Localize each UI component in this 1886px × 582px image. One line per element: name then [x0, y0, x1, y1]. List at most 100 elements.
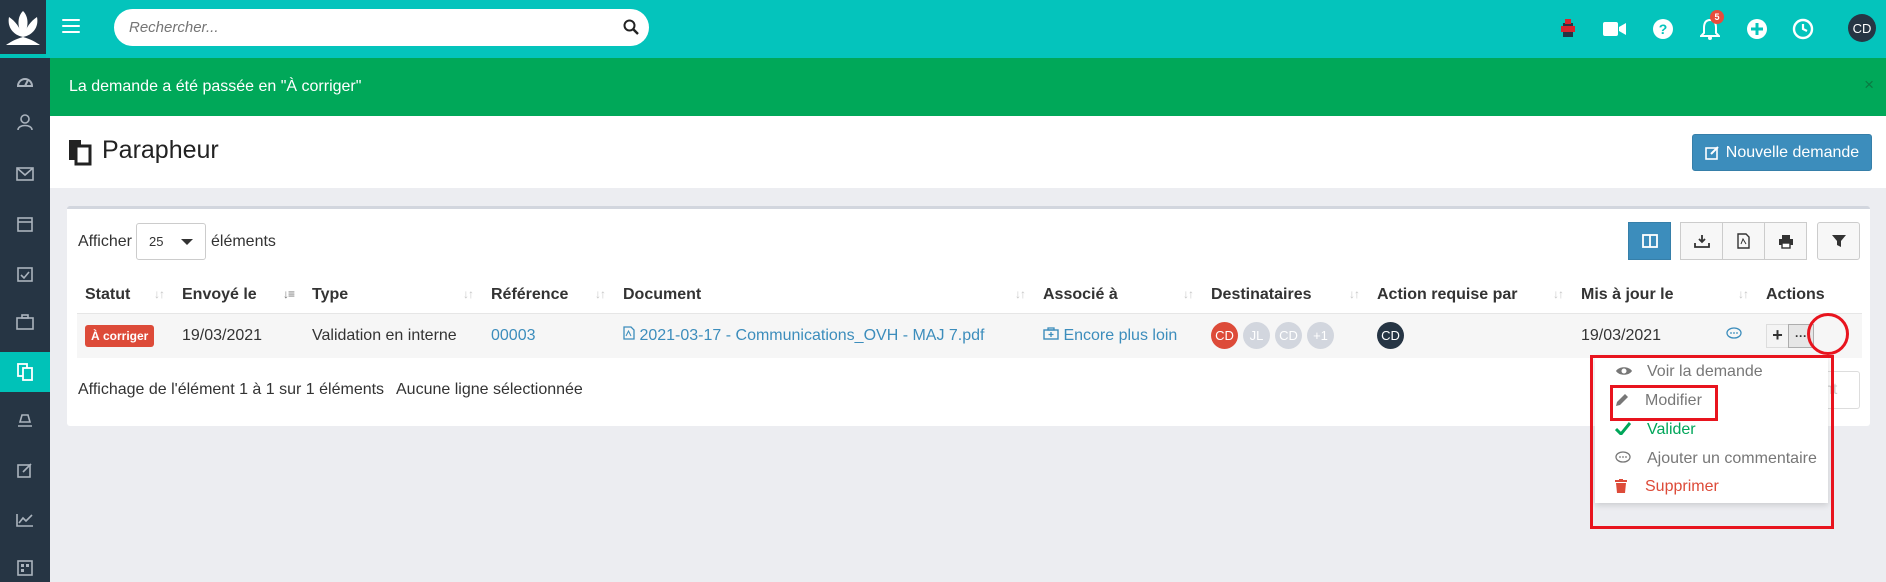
comment-icon[interactable] — [1726, 327, 1742, 340]
search-icon[interactable] — [623, 19, 639, 40]
edit-icon — [17, 463, 32, 478]
sort-icon: ↓↑ — [1349, 287, 1360, 301]
sidebar-item-contacts[interactable] — [0, 102, 50, 142]
filter-icon — [1831, 235, 1846, 247]
grid-icon — [17, 560, 33, 576]
associated-cell: Encore plus loin — [1035, 313, 1203, 358]
document-link[interactable]: 2021-03-17 - Communications_OVH - MAJ 7.… — [623, 326, 985, 345]
filter-button[interactable] — [1817, 222, 1860, 260]
column-header-actions: Actions — [1758, 277, 1862, 314]
download-button[interactable] — [1680, 222, 1723, 260]
video-icon[interactable] — [1601, 15, 1629, 43]
comments-cell — [1718, 313, 1758, 358]
column-header-updated-on[interactable]: Mis à jour le — [1573, 277, 1718, 314]
column-header-associated[interactable]: Associé à ↓↑ — [1035, 277, 1203, 314]
chevron-down-icon — [181, 239, 193, 245]
user-avatar[interactable]: CD — [1848, 14, 1876, 42]
dashboard-icon — [16, 78, 34, 87]
recipients-cell: CD JL CD +1 — [1203, 313, 1369, 358]
reference-link[interactable]: 00003 — [491, 327, 536, 344]
column-header-status[interactable]: Statut ↓↑ — [77, 277, 174, 314]
notification-badge: 5 — [1710, 10, 1724, 24]
page-title: Parapheur — [102, 136, 219, 164]
briefcase-icon — [16, 314, 34, 330]
sidebar-item-grid[interactable] — [0, 548, 50, 582]
sidebar-item-signature[interactable] — [0, 400, 50, 440]
sidebar-item-briefcase[interactable] — [0, 302, 50, 342]
add-icon[interactable] — [1743, 15, 1771, 43]
sidebar-item-dashboard[interactable] — [0, 62, 50, 102]
edit-icon — [1704, 146, 1719, 160]
line-chart-icon — [16, 514, 33, 527]
download-icon — [1693, 235, 1710, 248]
accessibility-icon[interactable] — [1554, 15, 1582, 43]
sidebar-item-tasks[interactable] — [0, 254, 50, 294]
logo-underline — [0, 54, 46, 58]
sidebar-item-edit[interactable] — [0, 450, 50, 490]
sidebar-item-calendar[interactable] — [0, 204, 50, 244]
search-bar — [114, 9, 649, 46]
highlight-edit-item-outline — [1610, 385, 1718, 421]
column-header-document[interactable]: Document ↓↑ — [615, 277, 1035, 314]
recipient-avatar[interactable]: CD — [1275, 322, 1302, 350]
print-button[interactable] — [1764, 222, 1807, 260]
sidebar — [0, 0, 50, 582]
recipients-more-badge[interactable]: +1 — [1307, 322, 1334, 350]
sort-desc-icon: ↓≡ — [282, 287, 295, 301]
recipient-avatar[interactable]: JL — [1243, 322, 1270, 350]
alert-close-button[interactable]: × — [1864, 75, 1874, 95]
briefcase-plus-icon — [1043, 327, 1059, 340]
clock-icon[interactable] — [1789, 15, 1817, 43]
table-row[interactable]: À corriger 19/03/2021 Validation en inte… — [77, 313, 1862, 358]
recipient-avatar[interactable]: CD — [1211, 322, 1238, 350]
action-by-avatar[interactable]: CD — [1377, 322, 1404, 350]
associated-name: Encore plus loin — [1063, 326, 1178, 344]
document-name: 2021-03-17 - Communications_OVH - MAJ 7.… — [639, 327, 985, 345]
success-alert: La demande a été passée en "À corriger" … — [50, 58, 1886, 116]
app-logo[interactable] — [0, 0, 46, 54]
user-icon — [17, 114, 33, 131]
sort-icon: ↓↑ — [1738, 287, 1749, 301]
page-header: Parapheur Nouvelle demande — [50, 116, 1886, 188]
column-header-comments[interactable]: ↓↑ — [1718, 277, 1758, 314]
sort-icon: ↓↑ — [154, 287, 165, 301]
notifications-icon[interactable]: 5 — [1696, 10, 1724, 43]
sidebar-item-parapheur[interactable] — [0, 352, 50, 392]
type-cell: Validation en interne — [304, 313, 483, 358]
columns-icon — [1641, 234, 1658, 248]
page-size-label: Afficher — [78, 233, 132, 250]
top-header: ? 5 CD — [46, 0, 1886, 58]
pdf-icon — [1737, 233, 1750, 249]
requests-table: Statut ↓↑ Envoyé le ↓≡ Type ↓↑ Référence ↓↑ … — [77, 277, 1862, 358]
sidebar-item-stats[interactable] — [0, 500, 50, 540]
help-icon[interactable]: ? — [1649, 15, 1677, 43]
column-header-recipients[interactable]: Destinataires ↓↑ — [1203, 277, 1369, 314]
search-input[interactable] — [114, 9, 594, 46]
sort-icon: ↓↑ — [1183, 287, 1194, 301]
column-header-sent-on[interactable]: Envoyé le ↓≡ — [174, 277, 304, 314]
status-badge: À corriger — [85, 324, 155, 347]
calendar-icon — [17, 217, 33, 232]
column-header-type[interactable]: Type ↓↑ — [304, 277, 483, 314]
sidebar-item-mail[interactable] — [0, 154, 50, 194]
column-header-reference[interactable]: Référence ↓↑ — [483, 277, 615, 314]
document-cell: 2021-03-17 - Communications_OVH - MAJ 7.… — [615, 313, 1035, 358]
add-action-button[interactable]: + — [1766, 323, 1788, 348]
column-header-action-by[interactable]: Action requise par ↓↑ — [1369, 277, 1573, 314]
calendar-check-icon — [17, 267, 33, 282]
selection-info: Aucune ligne sélectionnée — [396, 381, 583, 398]
sort-icon: ↓↑ — [463, 287, 474, 301]
menu-toggle-icon[interactable] — [62, 19, 80, 33]
envelope-icon — [16, 167, 34, 181]
new-request-label: Nouvelle demande — [1725, 143, 1860, 161]
files-icon — [17, 363, 33, 381]
alert-message: La demande a été passée en "À corriger" — [69, 78, 362, 95]
page-size-select[interactable]: 25 — [136, 223, 206, 260]
table-info: Affichage de l'élément 1 à 1 sur 1 éléme… — [78, 381, 385, 398]
new-request-button[interactable]: Nouvelle demande — [1692, 134, 1872, 171]
svg-text:?: ? — [1659, 21, 1668, 37]
columns-toggle-button[interactable] — [1628, 222, 1671, 260]
action-by-cell: CD — [1369, 313, 1573, 358]
associated-link[interactable]: Encore plus loin — [1043, 327, 1177, 344]
export-pdf-button[interactable] — [1722, 222, 1765, 260]
